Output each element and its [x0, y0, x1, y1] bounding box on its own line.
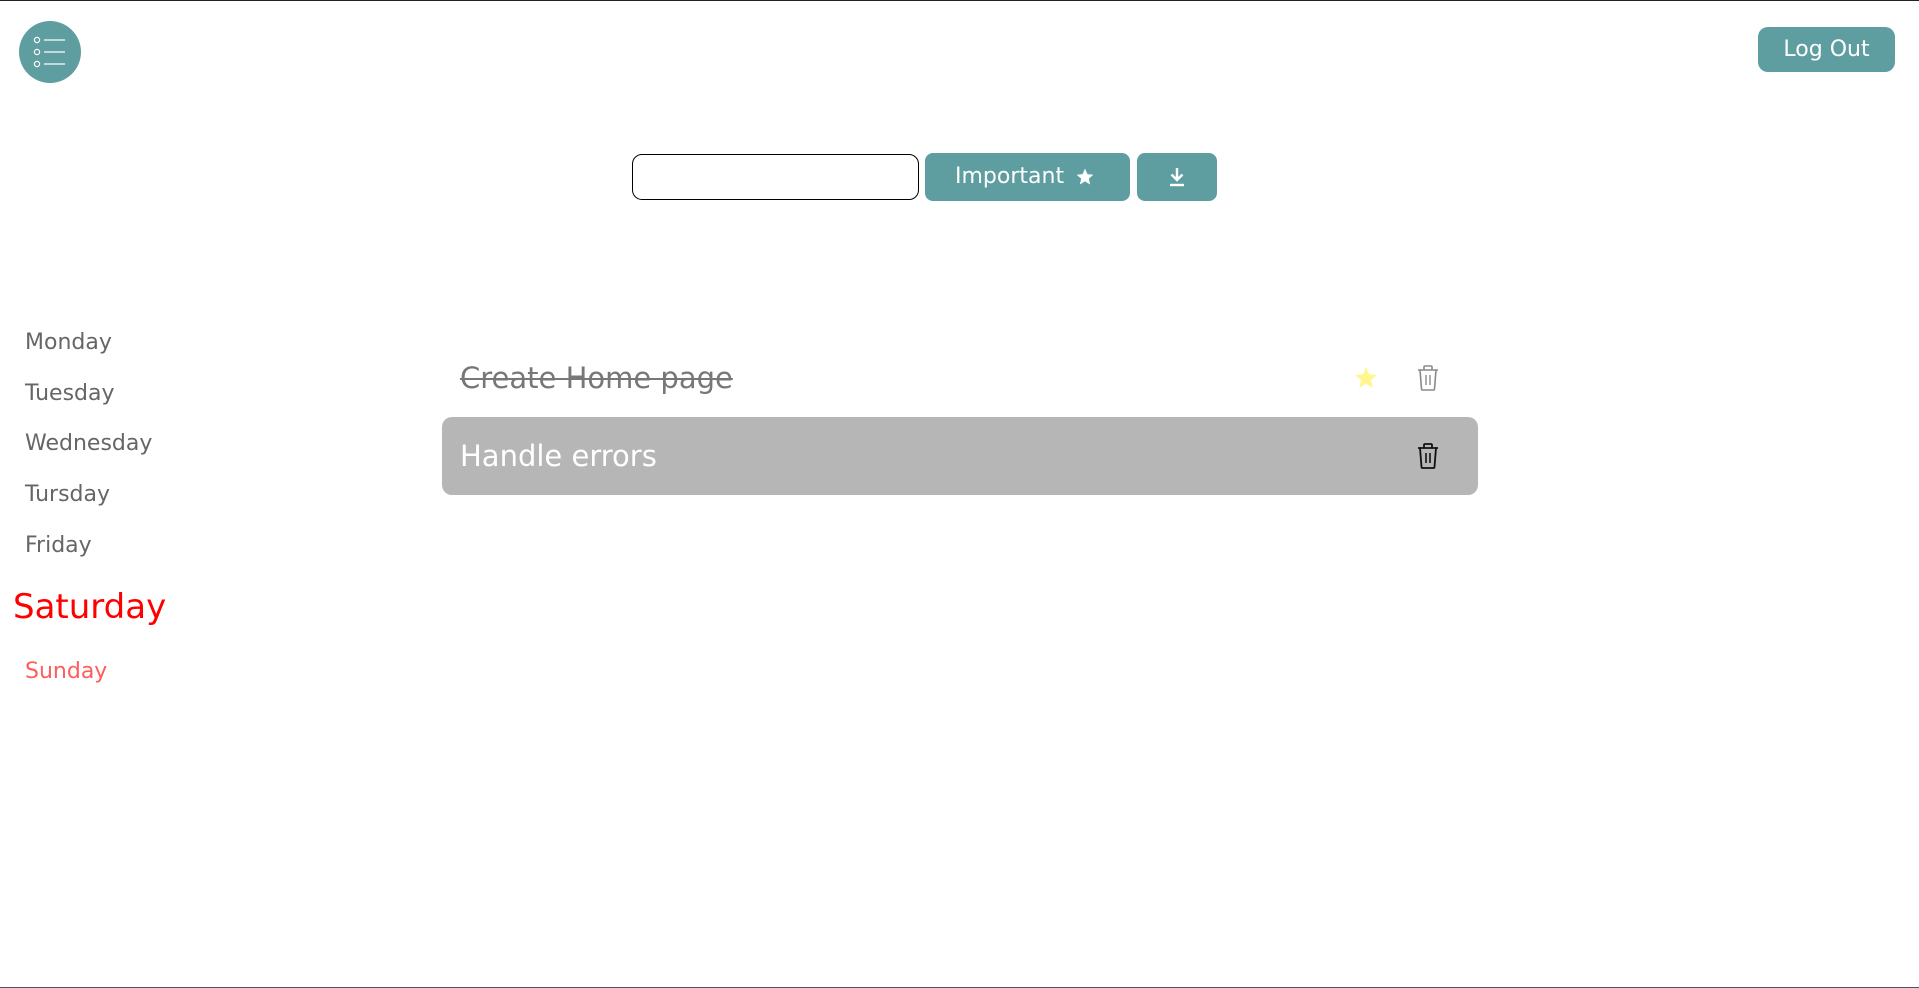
day-sunday[interactable]: Sunday — [25, 659, 107, 684]
download-icon — [1170, 168, 1184, 187]
menu-button[interactable] — [19, 21, 81, 83]
logout-button[interactable]: Log Out — [1758, 27, 1895, 72]
trash-icon[interactable] — [1416, 442, 1440, 470]
list-icon — [33, 36, 65, 68]
day-saturday[interactable]: Saturday — [13, 587, 166, 627]
todo-app: Log Out Important Monday Tuesday Wednesd… — [0, 0, 1919, 988]
task-item[interactable]: Handle errors — [442, 417, 1478, 495]
trash-icon[interactable] — [1416, 364, 1440, 392]
task-text: Create Home page — [460, 361, 733, 395]
task-item[interactable]: Create Home page — [442, 339, 1478, 417]
star-icon[interactable] — [1353, 365, 1379, 391]
day-tuesday[interactable]: Tuesday — [25, 381, 115, 406]
important-button-label: Important — [955, 164, 1065, 189]
day-wednesday[interactable]: Wednesday — [25, 431, 152, 456]
important-button[interactable]: Important — [925, 153, 1130, 201]
day-thursday[interactable]: Tursday — [25, 482, 110, 507]
star-icon — [1076, 168, 1094, 185]
task-input[interactable] — [632, 154, 919, 200]
day-friday[interactable]: Friday — [25, 533, 92, 558]
task-text: Handle errors — [460, 439, 657, 473]
day-monday[interactable]: Monday — [25, 330, 112, 355]
download-button[interactable] — [1137, 153, 1217, 201]
